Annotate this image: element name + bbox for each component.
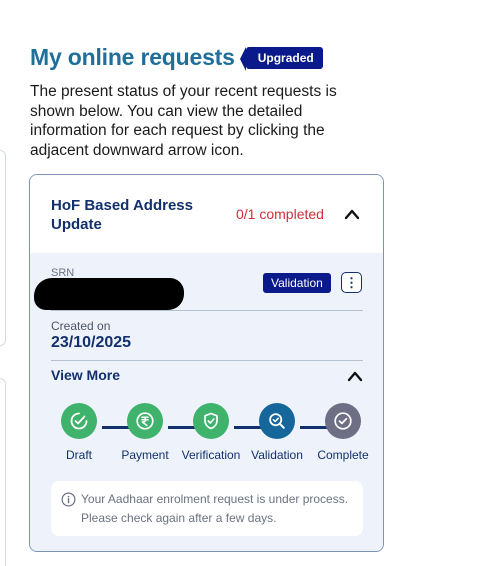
step-label: Payment bbox=[121, 448, 169, 462]
page-header: My online requests Upgraded bbox=[30, 44, 323, 71]
notice-text: Your Aadhaar enrolment request is under … bbox=[81, 492, 349, 525]
info-icon bbox=[61, 492, 76, 513]
more-options-button[interactable]: ⋮ bbox=[341, 272, 362, 293]
request-card: HoF Based Address Update 0/1 completed S… bbox=[29, 174, 384, 552]
shield-check-icon bbox=[193, 403, 229, 439]
step-label: Verification bbox=[181, 448, 241, 462]
page-title: My online requests bbox=[30, 44, 235, 70]
status-notice: Your Aadhaar enrolment request is under … bbox=[51, 481, 363, 536]
stage-badge: Validation bbox=[263, 273, 331, 293]
created-label: Created on bbox=[51, 319, 111, 333]
step-label: Validation bbox=[251, 448, 303, 462]
srn-value-redacted bbox=[34, 278, 184, 310]
step-validation: Validation bbox=[241, 403, 313, 462]
intro-text: The present status of your recent reques… bbox=[30, 83, 337, 159]
chevron-up-icon[interactable] bbox=[344, 208, 360, 220]
check-icon bbox=[61, 403, 97, 439]
divider bbox=[51, 360, 363, 361]
request-card-header[interactable]: HoF Based Address Update 0/1 completed bbox=[30, 175, 383, 253]
step-draft: Draft bbox=[43, 403, 115, 462]
adjacent-card-edge bbox=[0, 378, 6, 566]
search-check-icon bbox=[259, 403, 295, 439]
request-title: HoF Based Address Update bbox=[51, 197, 193, 233]
step-verification: Verification bbox=[175, 403, 247, 462]
step-payment: Payment bbox=[109, 403, 181, 462]
progress-stepper: Draft Payment Verification Validation Co… bbox=[48, 403, 370, 468]
check-circle-icon bbox=[325, 403, 361, 439]
created-date: 23/10/2025 bbox=[51, 334, 132, 351]
request-details: SRN Validation ⋮ Created on 23/10/2025 V… bbox=[30, 253, 383, 551]
adjacent-card-edge bbox=[0, 150, 6, 346]
upgraded-badge: Upgraded bbox=[239, 46, 323, 71]
chevron-up-icon[interactable] bbox=[347, 370, 363, 382]
step-label: Complete bbox=[317, 448, 369, 462]
request-status: 0/1 completed bbox=[236, 206, 324, 222]
step-complete: Complete bbox=[307, 403, 379, 462]
view-more-link[interactable]: View More bbox=[51, 367, 120, 383]
rupee-icon bbox=[127, 403, 163, 439]
divider bbox=[51, 310, 363, 311]
step-label: Draft bbox=[65, 448, 92, 462]
